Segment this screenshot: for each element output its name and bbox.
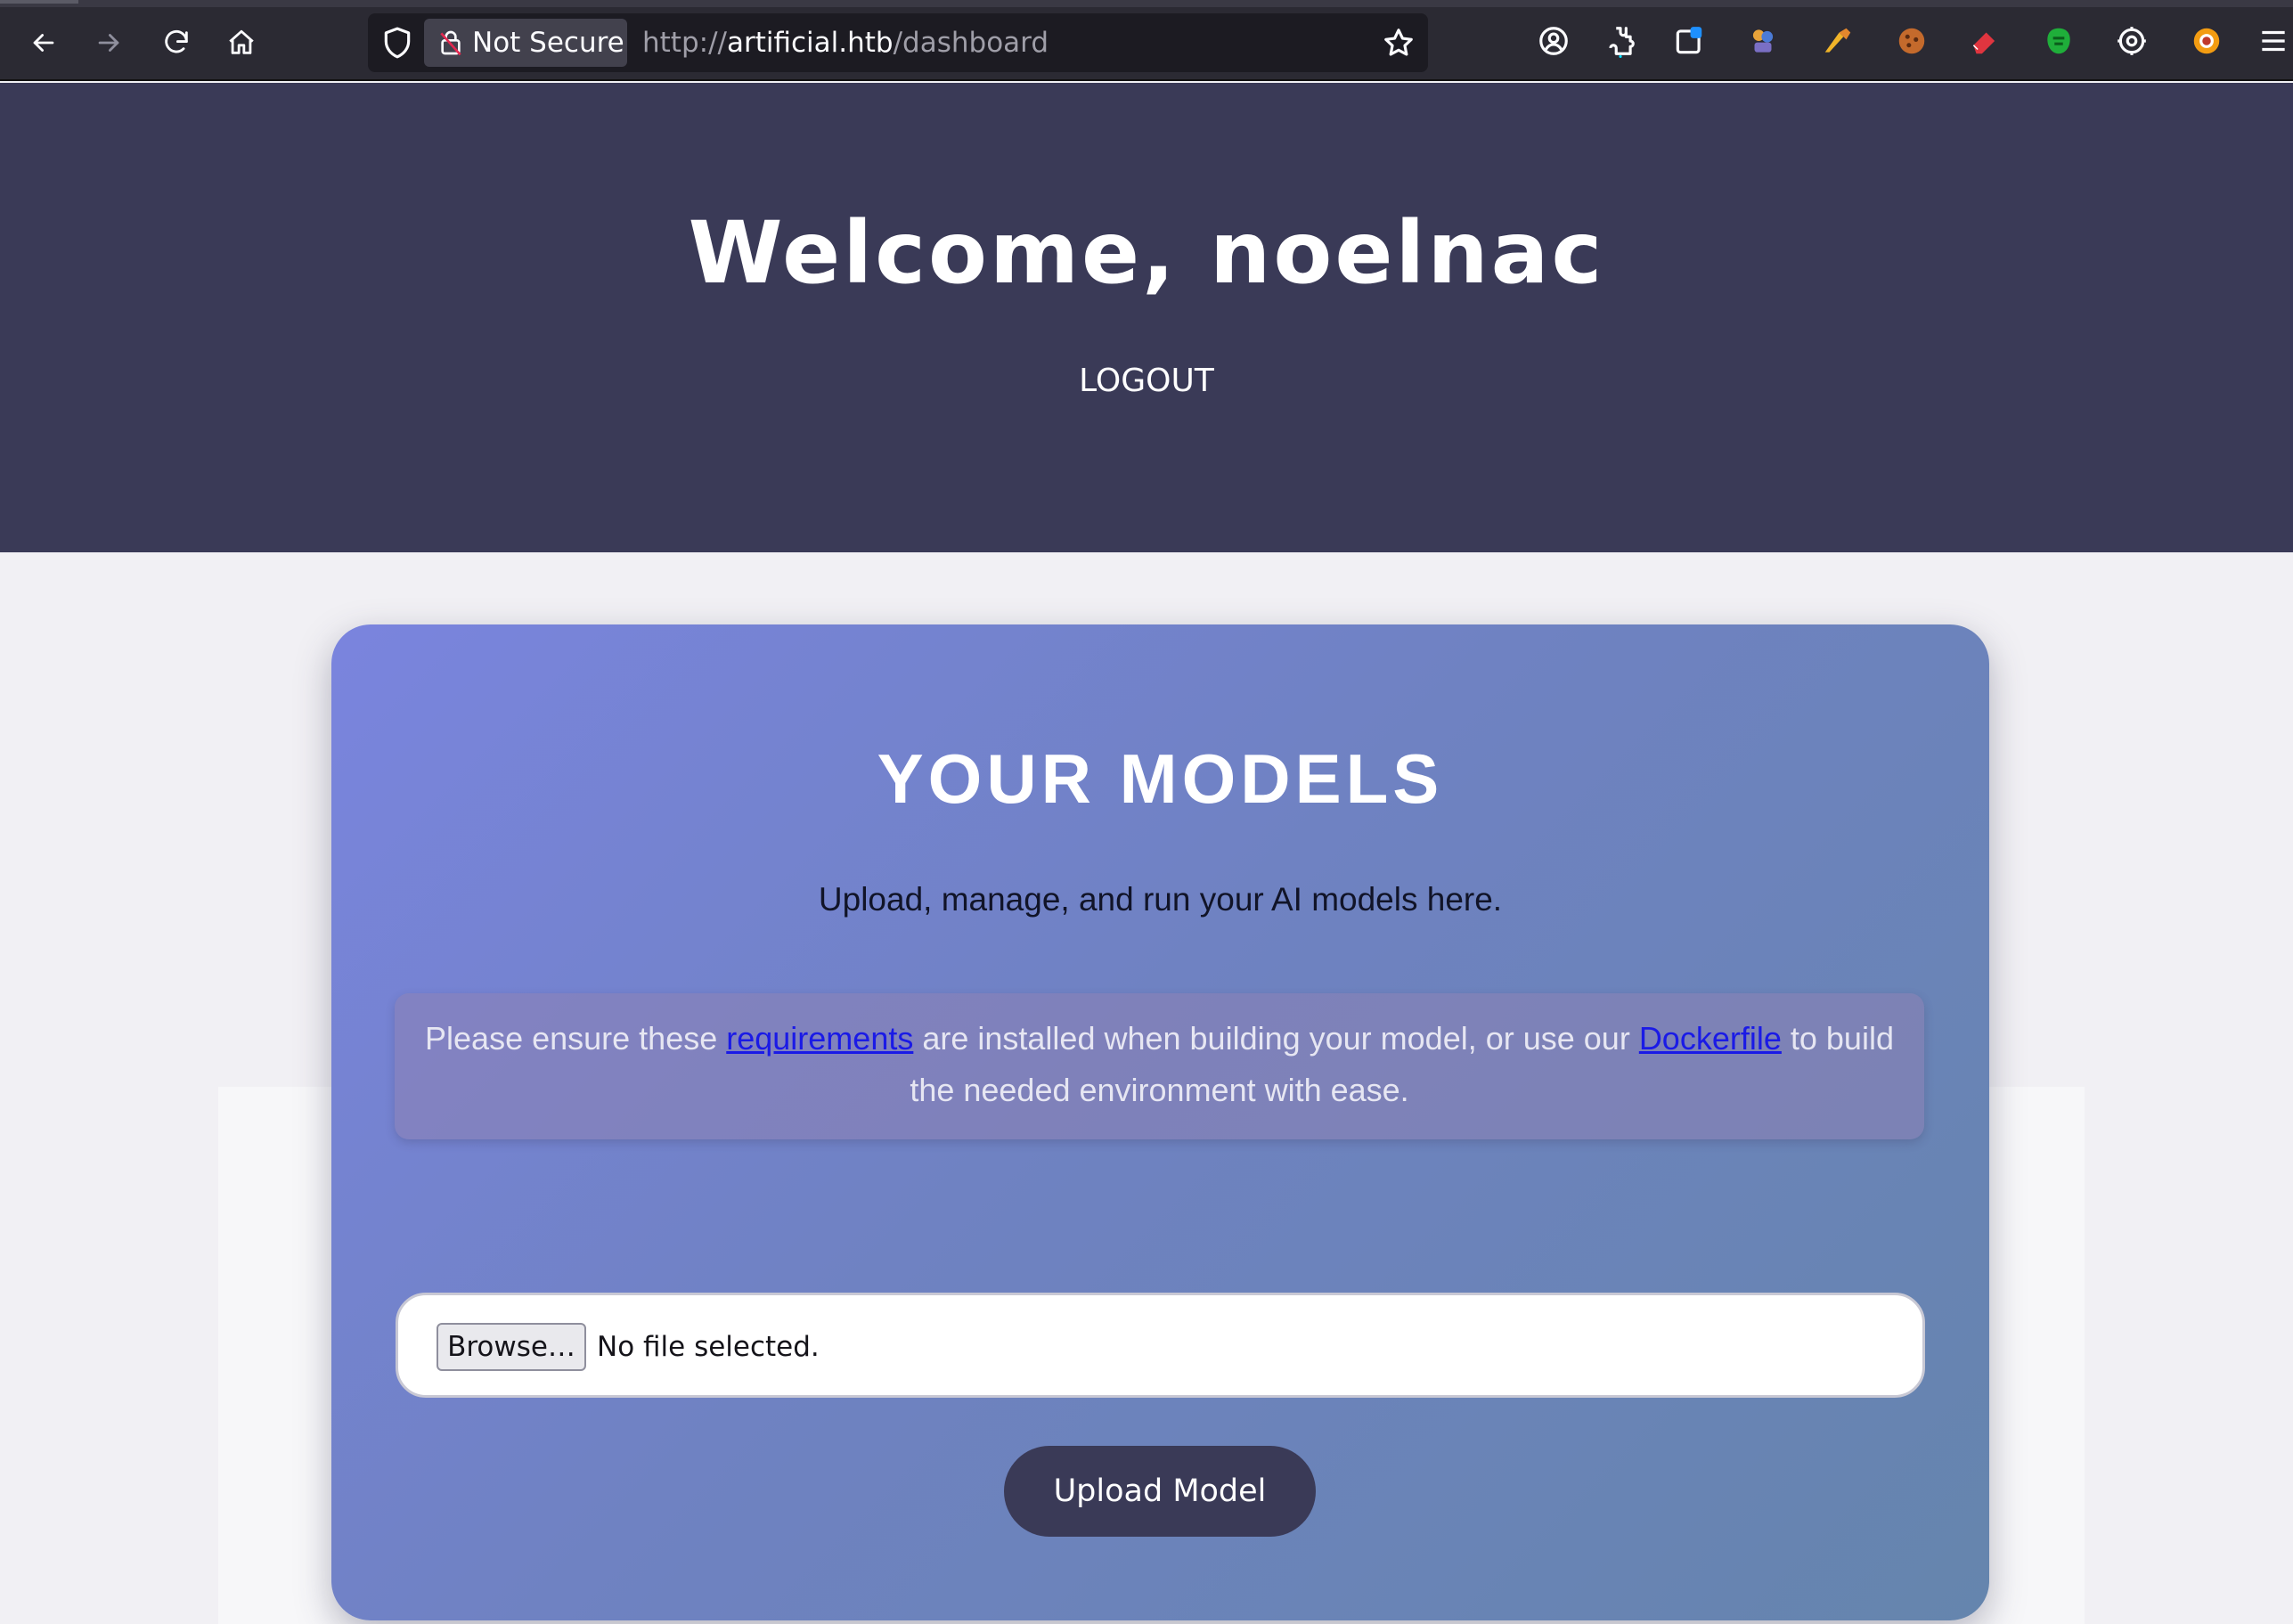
tracking-protection-shield-icon[interactable] — [380, 26, 414, 60]
notice-text: are installed when building your model, … — [913, 1020, 1639, 1057]
file-status: No file selected. — [597, 1331, 820, 1363]
account-icon[interactable] — [1534, 21, 1573, 61]
welcome-heading: Welcome, noelnac — [688, 203, 1605, 303]
back-icon[interactable] — [19, 20, 69, 66]
tab-strip — [0, 0, 2293, 7]
models-card: YOUR MODELS Upload, manage, and run your… — [331, 624, 1989, 1620]
active-tab-marker — [0, 0, 78, 4]
url-host: artificial.htb — [726, 27, 894, 59]
menu-icon[interactable] — [2254, 21, 2293, 61]
insecure-lock-icon — [437, 28, 465, 58]
notice-text: Please ensure these — [425, 1020, 727, 1057]
page-content: Welcome, noelnac LOGOUT YOUR MODELS Uplo… — [0, 83, 2293, 1624]
url-text[interactable]: http://artificial.htb/dashboard — [642, 13, 1049, 72]
dockerfile-link[interactable]: Dockerfile — [1639, 1020, 1782, 1057]
url-path: /dashboard — [893, 27, 1049, 59]
extensions-icon[interactable] — [1601, 21, 1640, 61]
bookmark-star-icon[interactable] — [1382, 26, 1416, 60]
forward-icon[interactable] — [84, 20, 134, 66]
address-bar[interactable]: Not Secure http://artificial.htb/dashboa… — [368, 13, 1428, 72]
reload-icon[interactable] — [151, 20, 201, 66]
cookie-icon[interactable] — [1892, 21, 1931, 61]
models-title: YOUR MODELS — [877, 739, 1444, 818]
home-icon[interactable] — [216, 20, 266, 66]
settings-icon[interactable] — [2112, 21, 2151, 61]
extension-c-icon[interactable] — [2039, 21, 2078, 61]
browser-toolbar: Not Secure http://artificial.htb/dashboa… — [0, 0, 2293, 81]
container-icon[interactable] — [1669, 21, 1709, 61]
not-secure-badge[interactable]: Not Secure — [424, 19, 627, 67]
extension-a-icon[interactable] — [1743, 21, 1783, 61]
file-input[interactable]: Browse… No file selected. — [396, 1293, 1925, 1398]
extension-d-icon[interactable] — [2187, 21, 2226, 61]
extension-b-icon[interactable] — [1818, 21, 1857, 61]
url-scheme: http:// — [642, 27, 727, 59]
upload-model-button[interactable]: Upload Model — [1004, 1446, 1316, 1537]
eraser-icon[interactable] — [1965, 21, 2004, 61]
browse-button[interactable]: Browse… — [437, 1323, 586, 1371]
requirements-notice: Please ensure these requirements are ins… — [395, 993, 1924, 1139]
dashboard-header: Welcome, noelnac LOGOUT — [0, 83, 2293, 552]
models-subtitle: Upload, manage, and run your AI models h… — [818, 881, 1503, 918]
requirements-link[interactable]: requirements — [726, 1020, 913, 1057]
logout-link[interactable]: LOGOUT — [1074, 363, 1219, 399]
not-secure-label: Not Secure — [472, 27, 624, 59]
